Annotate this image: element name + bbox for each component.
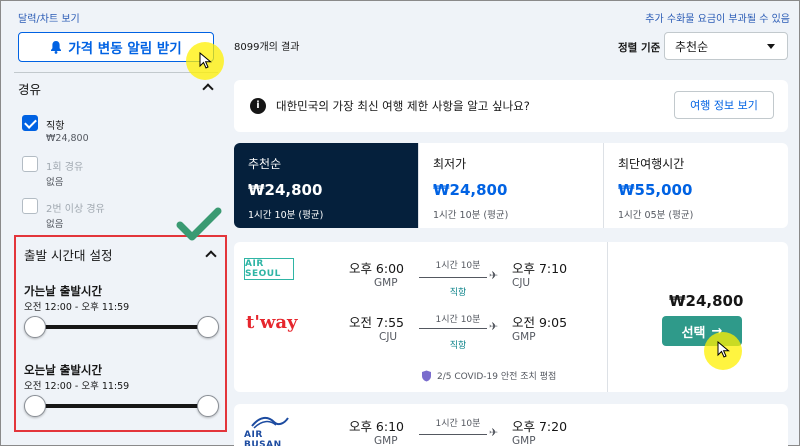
outbound-slider-max-handle[interactable] <box>197 316 219 338</box>
stops-section-title: 경유 <box>18 82 42 97</box>
stops-sub-direct: ₩24,800 <box>46 133 89 144</box>
travel-info-button[interactable]: 여행 정보 보기 <box>674 91 774 119</box>
tab-fastest[interactable]: 최단여행시간 ₩55,000 1시간 05분 (평균) <box>603 143 788 228</box>
inbound-slider-track[interactable] <box>35 404 208 408</box>
highlight-box <box>14 235 227 432</box>
nonstop-label: 직항 <box>449 288 467 298</box>
arrival-time: 오후 7:10 <box>512 261 568 276</box>
inbound-slider-range: 오전 12:00 - 오후 11:59 <box>24 381 130 392</box>
tab-label: 추천순 <box>248 157 282 171</box>
flight-card[interactable]: AIR SEOUL 오후 6:00 GMP 1시간 10분 ✈ 직항 오후 7:… <box>234 242 788 392</box>
departure-time: 오후 6:10 <box>348 419 404 434</box>
info-icon: i <box>250 98 266 114</box>
stops-sub-multi: 없음 <box>46 219 64 230</box>
tab-price: ₩24,800 <box>248 181 323 199</box>
flight-card[interactable]: AIR BUSAN 오후 6:10 GMP 1시간 10분 ✈ 오후 7:20 … <box>234 404 788 446</box>
arrival-airport: CJU <box>512 277 531 289</box>
airplane-icon: ✈ <box>489 426 499 439</box>
duration-line <box>419 328 487 329</box>
arrival-time: 오후 7:20 <box>512 419 568 434</box>
results-count: 8099개의 결과 <box>234 42 300 53</box>
departure-section-title: 출발 시간대 설정 <box>24 248 113 263</box>
tab-price: ₩55,000 <box>618 181 693 199</box>
sort-select[interactable]: 추천순 <box>664 32 788 60</box>
calendar-chart-link[interactable]: 달력/차트 보기 <box>18 10 80 25</box>
airline-name: AIR BUSAN <box>244 430 282 446</box>
tab-label: 최단여행시간 <box>618 157 685 171</box>
tab-time: 1시간 10분 (평균) <box>248 210 324 221</box>
stops-checkbox-one[interactable] <box>22 156 38 172</box>
departure-airport: GMP <box>374 435 398 446</box>
stops-label-multi: 2번 이상 경유 <box>46 204 105 215</box>
tab-label: 최저가 <box>433 157 467 171</box>
tab-time: 1시간 05분 (평균) <box>618 210 694 221</box>
chevron-down-icon <box>767 44 775 49</box>
flight-duration: 1시간 10분 <box>435 315 481 325</box>
stops-sub-one: 없음 <box>46 177 64 188</box>
chevron-up-icon[interactable] <box>202 83 214 95</box>
covid-rating[interactable]: 2/5 COVID-19 안전 조치 평점 <box>421 369 556 382</box>
outbound-slider-title: 가는날 출발시간 <box>24 284 103 298</box>
outbound-slider-range: 오전 12:00 - 오후 11:59 <box>24 302 130 313</box>
checkmark-icon <box>176 207 222 241</box>
shield-icon <box>422 370 431 381</box>
cursor-icon <box>199 52 212 69</box>
inbound-slider-max-handle[interactable] <box>197 395 219 417</box>
baggage-fee-link[interactable]: 추가 수화물 요금이 부과될 수 있음 <box>645 10 790 25</box>
inbound-slider-min-handle[interactable] <box>24 395 46 417</box>
stops-label-one: 1회 경유 <box>46 162 84 173</box>
airplane-icon: ✈ <box>489 269 499 282</box>
departure-time: 오후 6:00 <box>348 261 404 276</box>
tab-recommended[interactable]: 추천순 ₩24,800 1시간 10분 (평균) <box>234 143 418 228</box>
price-alert-label: 가격 변동 알림 받기 <box>68 41 182 57</box>
inbound-slider-title: 오는날 출발시간 <box>24 363 103 377</box>
nonstop-label: 직항 <box>449 341 467 351</box>
banner-text: 대한민국의 가장 최신 여행 제한 사항을 알고 싶나요? <box>276 99 530 113</box>
sort-value: 추천순 <box>675 39 709 54</box>
stops-checkbox-multi[interactable] <box>22 198 38 214</box>
airline-logo-airseoul: AIR SEOUL <box>244 258 294 280</box>
cursor-icon <box>717 341 730 358</box>
stops-checkbox-direct[interactable] <box>22 115 38 131</box>
card-divider <box>607 242 608 392</box>
travel-restriction-banner: i 대한민국의 가장 최신 여행 제한 사항을 알고 싶나요? 여행 정보 보기 <box>234 80 788 132</box>
stops-label-direct: 직항 <box>46 121 65 132</box>
select-label: 선택 <box>681 325 706 341</box>
bell-icon <box>50 40 62 54</box>
flight-duration: 1시간 10분 <box>435 261 481 271</box>
tab-cheapest[interactable]: 최저가 ₩24,800 1시간 10분 (평균) <box>418 143 603 228</box>
duration-line <box>419 434 487 435</box>
sidebar-divider <box>14 72 218 73</box>
airplane-icon: ✈ <box>489 320 499 333</box>
outbound-slider-track[interactable] <box>35 325 208 329</box>
sort-tabs: 추천순 ₩24,800 1시간 10분 (평균) 최저가 ₩24,800 1시간… <box>234 143 788 228</box>
airline-logo-tway: t'way <box>246 312 298 333</box>
tab-time: 1시간 10분 (평균) <box>433 210 509 221</box>
airline-logo-airbusan: AIR BUSAN <box>244 414 294 446</box>
departure-airport: GMP <box>374 277 398 289</box>
covid-rating-text: 2/5 COVID-19 안전 조치 평점 <box>437 372 557 382</box>
arrival-airport: GMP <box>512 331 536 343</box>
arrival-time: 오전 9:05 <box>512 315 568 330</box>
flight-price: ₩24,800 <box>669 292 744 310</box>
departure-airport: CJU <box>379 331 398 343</box>
airbusan-wave-icon <box>251 416 289 429</box>
sort-label: 정렬 기준 <box>618 42 661 54</box>
duration-line <box>419 277 487 278</box>
arrival-airport: GMP <box>512 435 536 446</box>
departure-time: 오전 7:55 <box>348 315 404 330</box>
price-alert-button[interactable]: 가격 변동 알림 받기 <box>18 32 214 62</box>
flight-duration: 1시간 10분 <box>435 419 481 429</box>
outbound-slider-min-handle[interactable] <box>24 316 46 338</box>
tab-price: ₩24,800 <box>433 181 508 199</box>
